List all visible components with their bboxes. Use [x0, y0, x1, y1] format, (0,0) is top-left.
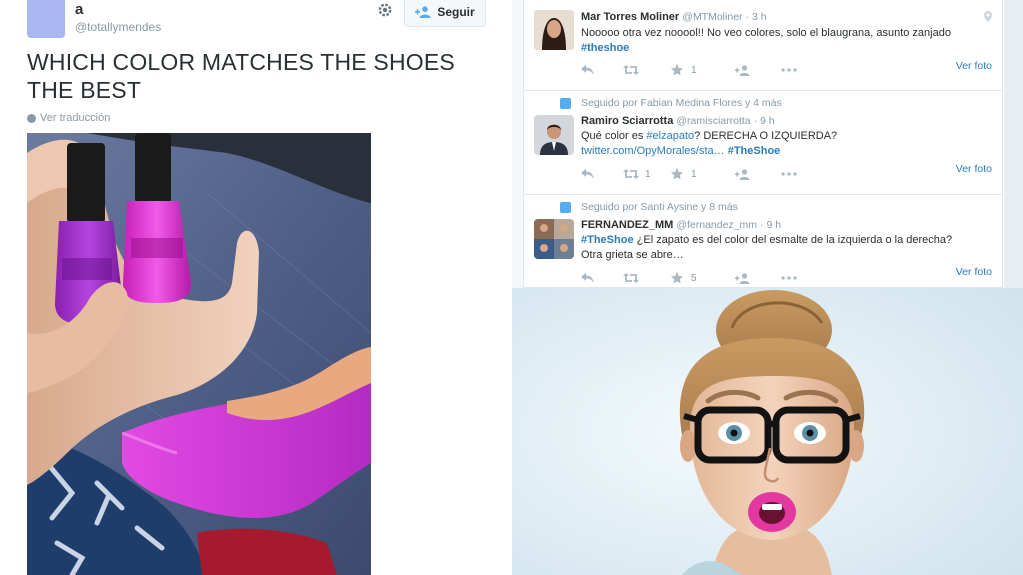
retweet-icon[interactable]	[623, 65, 671, 75]
translate-link[interactable]: Ver traducción	[27, 112, 110, 124]
tweet-body: #TheShoe ¿El zapato es del color del esm…	[581, 233, 991, 263]
globe-icon	[27, 113, 36, 123]
feed-tweet[interactable]: Mar Torres Moliner @MTMoliner · 3 h Nooo…	[524, 0, 1002, 91]
hashtag-link[interactable]: #TheShoe	[581, 234, 634, 246]
favorite-count: 1	[691, 64, 697, 76]
tweet-header: FERNANDEZ_MM @fernandez_mm · 9 h	[581, 219, 781, 231]
favorite-icon[interactable]: 1	[671, 168, 735, 180]
feed-tweet[interactable]: Seguido por Santi Aysine y 8 más FERNAND…	[524, 194, 1002, 288]
follow-user-icon[interactable]	[735, 64, 781, 76]
tweet-time[interactable]: · 3 h	[746, 11, 767, 23]
nail-polish-and-shoe-photo	[27, 133, 371, 575]
location-pin-icon	[984, 11, 992, 22]
follow-button-label: Seguir	[437, 5, 475, 19]
hashtag-link[interactable]: #TheShoe	[728, 145, 781, 157]
tweet-body: Nooooo otra vez nooool!! No veo colores,…	[581, 26, 991, 56]
translate-label: Ver traducción	[40, 112, 111, 124]
hashtag-link[interactable]: #elzapato	[646, 130, 694, 142]
reply-icon[interactable]	[581, 273, 623, 283]
favorite-icon[interactable]: 5	[671, 272, 735, 284]
tweet-header: Mar Torres Moliner @MTMoliner · 3 h	[581, 11, 767, 23]
view-photo-link[interactable]: Ver foto	[956, 60, 992, 72]
follow-button[interactable]: Seguir	[404, 0, 486, 27]
user-name[interactable]: a	[75, 1, 83, 18]
tweet-author-name[interactable]: FERNANDEZ_MM	[581, 219, 673, 231]
tweet-author-name[interactable]: Mar Torres Moliner	[581, 11, 679, 23]
retweet-count: 1	[645, 168, 651, 180]
tweet-time[interactable]: · 9 h	[760, 219, 781, 231]
follow-user-icon[interactable]	[735, 272, 781, 284]
feed-background-right	[1004, 0, 1023, 288]
tweet-photo[interactable]	[27, 133, 371, 575]
feed-background-left	[512, 0, 523, 288]
view-photo-link[interactable]: Ver foto	[956, 266, 992, 278]
tweet-text-line: Qué color es	[581, 130, 647, 142]
tweet-header: Ramiro Sciarrotta @ramisciarrotta · 9 h	[581, 115, 775, 127]
tweet-actions: 5	[581, 271, 797, 285]
tweet-avatar[interactable]	[534, 219, 574, 259]
favorite-icon[interactable]: 1	[671, 64, 735, 76]
follow-user-icon	[415, 6, 431, 18]
tweet-author-handle[interactable]: @fernandez_mm	[676, 219, 757, 231]
followed-context-icon	[560, 202, 571, 213]
tweet-text-line: Nooooo otra vez nooool!! No veo colores,…	[581, 27, 951, 39]
hashtag-link[interactable]: #theshoe	[581, 42, 629, 54]
tweet-time[interactable]: · 9 h	[754, 115, 775, 127]
retweet-icon[interactable]: 1	[623, 169, 671, 180]
surprised-woman-with-glasses-photo	[512, 288, 1023, 575]
tweet-author-handle[interactable]: @MTMoliner	[682, 11, 742, 23]
surprised-woman-photo	[512, 288, 1023, 575]
more-icon[interactable]	[781, 68, 797, 72]
tweet-avatar[interactable]	[534, 115, 574, 155]
reply-icon[interactable]	[581, 169, 623, 179]
user-handle[interactable]: @totallymendes	[75, 20, 161, 34]
followed-context-icon	[560, 98, 571, 109]
tweet-actions: 1	[581, 63, 797, 77]
tweet-text-line: ? DERECHA O IZQUIERDA?	[694, 130, 838, 142]
tweet-body: Qué color es #elzapato? DERECHA O IZQUIE…	[581, 129, 991, 159]
follow-user-icon[interactable]	[735, 168, 781, 180]
tweet-avatar[interactable]	[534, 10, 574, 50]
tweet-context: Seguido por Fabian Medina Flores y 4 más	[581, 97, 782, 109]
favorite-count: 5	[691, 272, 697, 284]
more-icon[interactable]	[781, 172, 797, 176]
tweet-text: WHICH COLOR MATCHES THE SHOES THE BEST	[27, 49, 455, 103]
reply-icon[interactable]	[581, 65, 623, 75]
left-tweet-panel: a @totallymendes Seguir WHICH COLOR MATC…	[0, 0, 512, 575]
tweet-feed: Mar Torres Moliner @MTMoliner · 3 h Nooo…	[523, 0, 1003, 288]
feed-tweet[interactable]: Seguido por Fabian Medina Flores y 4 más…	[524, 90, 1002, 195]
tweet-author-name[interactable]: Ramiro Sciarrotta	[581, 115, 673, 127]
gear-icon[interactable]	[376, 1, 394, 24]
tweet-text-line: Otra grieta se abre…	[581, 249, 684, 261]
retweet-icon[interactable]	[623, 273, 671, 283]
tweet-text-line: ¿El zapato es del color del esmalte de l…	[633, 234, 953, 246]
tweet-context: Seguido por Santi Aysine y 8 más	[581, 201, 738, 213]
tweet-url-link[interactable]: twitter.com/OpyMorales/sta…	[581, 145, 725, 157]
favorite-count: 1	[691, 168, 697, 180]
tweet-actions: 1 1	[581, 167, 797, 181]
user-avatar[interactable]	[27, 0, 65, 38]
view-photo-link[interactable]: Ver foto	[956, 163, 992, 175]
more-icon[interactable]	[781, 276, 797, 280]
tweet-author-handle[interactable]: @ramisciarrotta	[676, 115, 750, 127]
